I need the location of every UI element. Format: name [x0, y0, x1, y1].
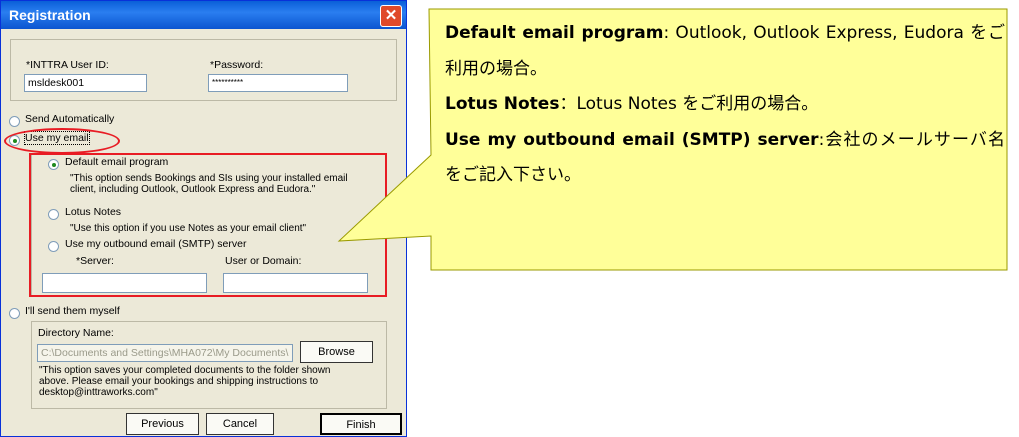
callout-line-lotus: Lotus Notes：Lotus Notes をご利用の場合。 — [445, 87, 1005, 123]
callout-line-smtp: Use my outbound email (SMTP) server:会社のメ… — [445, 123, 1005, 194]
callout-default-term: Default email program — [445, 23, 664, 43]
callout-smtp-term: Use my outbound email (SMTP) server — [445, 129, 819, 150]
callout-line-default: Default email program: Outlook, Outlook … — [445, 16, 1005, 87]
callout-text: Default email program: Outlook, Outlook … — [445, 16, 1005, 194]
callout-lotus-desc: ：Lotus Notes をご利用の場合。 — [559, 94, 819, 114]
callout-lotus-term: Lotus Notes — [445, 94, 560, 114]
